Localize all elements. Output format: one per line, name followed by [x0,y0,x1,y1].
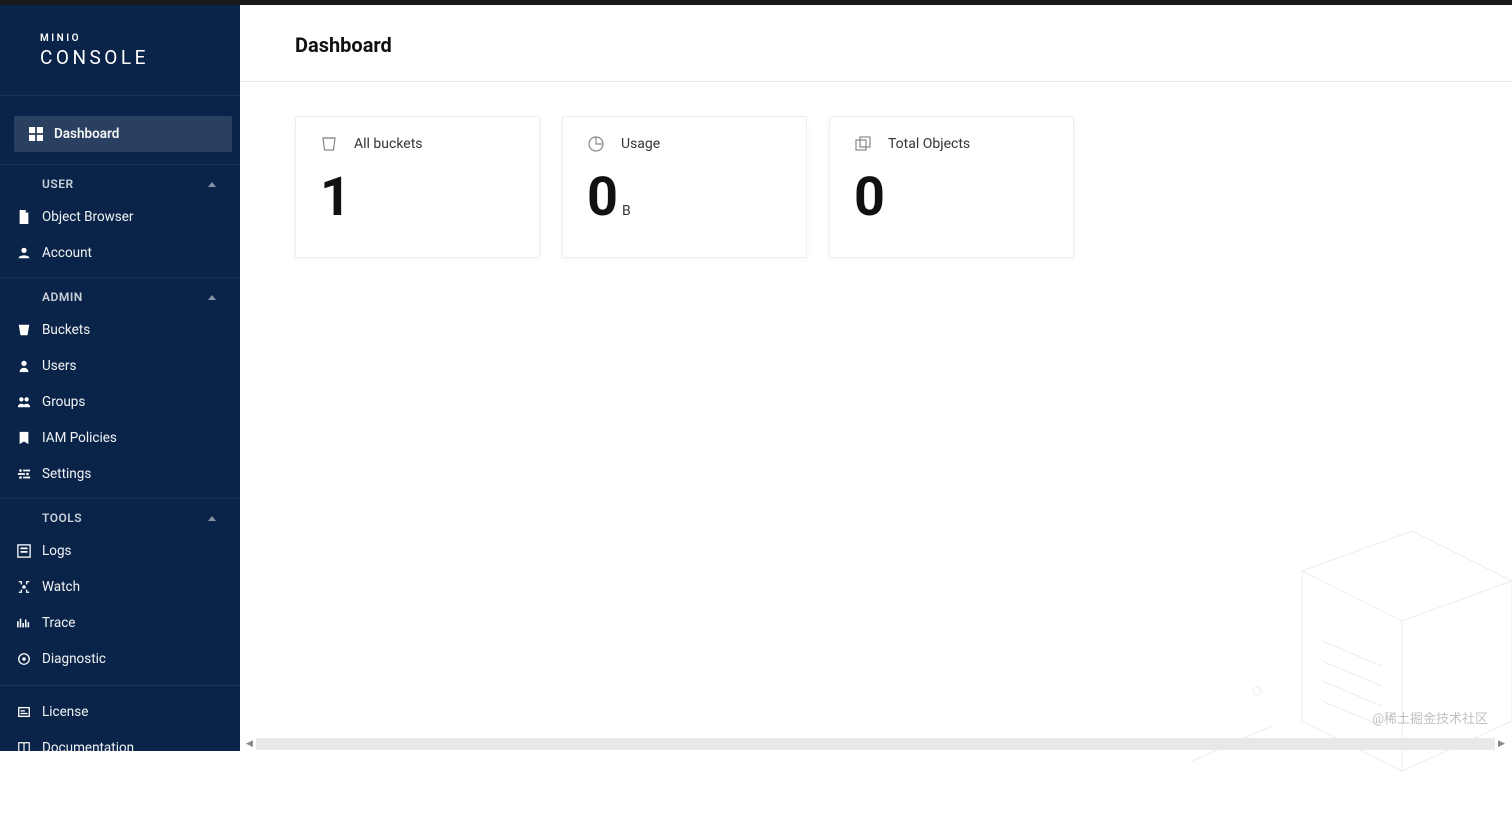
scroll-right-button[interactable]: ▶ [1495,738,1508,751]
user-icon [16,358,32,374]
brand-top: MINIO [40,33,200,44]
sidebar-divider [0,685,240,686]
card-total-objects[interactable]: Total Objects 0 [829,116,1074,258]
sidebar-item-buckets[interactable]: Buckets [0,312,240,348]
settings-icon [16,466,32,482]
documentation-icon [16,740,32,751]
dashboard-icon [28,126,44,142]
objects-icon [854,135,872,153]
sidebar-item-label: Settings [42,466,91,482]
license-icon [16,704,32,720]
card-value: 0 [854,171,885,225]
brand-logo: MINIO CONSOLE [0,5,240,96]
card-label: All buckets [354,136,423,152]
sidebar-section-user[interactable]: USER [0,164,240,199]
sidebar-item-label: Account [42,245,92,261]
sidebar-item-account[interactable]: Account [0,235,240,271]
sidebar-item-object-browser[interactable]: Object Browser [0,199,240,235]
bucket-icon [16,322,32,338]
sidebar-item-label: IAM Policies [42,430,117,446]
card-usage[interactable]: Usage 0 B [562,116,807,258]
sidebar-section-tools[interactable]: TOOLS [0,498,240,533]
sidebar-item-logs[interactable]: Logs [0,533,240,569]
sidebar-section-admin[interactable]: ADMIN [0,277,240,312]
pie-icon [587,135,605,153]
scroll-track[interactable] [256,738,1495,750]
sidebar-item-label: Logs [42,543,72,559]
logs-icon [16,543,32,559]
sidebar-item-watch[interactable]: Watch [0,569,240,605]
sidebar-item-label: Groups [42,394,85,410]
section-title: ADMIN [42,290,83,304]
section-title: TOOLS [42,511,82,525]
chevron-up-icon [208,295,216,300]
sidebar: MINIO CONSOLE Dashboard USER Object Brow… [0,5,240,751]
sidebar-item-settings[interactable]: Settings [0,456,240,492]
sidebar-item-label: Diagnostic [42,651,106,667]
background-illustration [1152,511,1512,811]
sidebar-item-label: Trace [42,615,75,631]
horizontal-scrollbar[interactable]: ◀ ▶ [243,737,1508,751]
sidebar-item-label: Object Browser [42,209,134,225]
watch-icon [16,579,32,595]
sidebar-item-diagnostic[interactable]: Diagnostic [0,641,240,677]
card-label: Usage [621,136,660,152]
sidebar-item-trace[interactable]: Trace [0,605,240,641]
card-all-buckets[interactable]: All buckets 1 [295,116,540,258]
trace-icon [16,615,32,631]
sidebar-item-label: Watch [42,579,80,595]
dashboard-cards: All buckets 1 Usage 0 B [240,82,1512,751]
main-content: Dashboard All buckets 1 [240,5,1512,751]
account-icon [16,245,32,261]
sidebar-item-documentation[interactable]: Documentation [0,730,240,751]
card-value: 0 [587,171,618,225]
file-icon [16,209,32,225]
scroll-left-button[interactable]: ◀ [243,738,256,751]
brand-name: CONSOLE [40,46,200,69]
sidebar-item-label: Users [42,358,76,374]
sidebar-item-iam-policies[interactable]: IAM Policies [0,420,240,456]
sidebar-item-users[interactable]: Users [0,348,240,384]
sidebar-item-label: Documentation [42,740,134,751]
diagnostic-icon [16,651,32,667]
page-title: Dashboard [295,33,1457,57]
section-title: USER [42,177,74,191]
sidebar-item-label: Buckets [42,322,90,338]
bookmark-icon [16,430,32,446]
card-unit: B [622,204,631,218]
sidebar-item-license[interactable]: License [0,694,240,730]
sidebar-item-label: Dashboard [54,126,119,142]
sidebar-item-label: License [42,704,88,720]
sidebar-item-dashboard[interactable]: Dashboard [14,116,232,152]
page-header: Dashboard [240,5,1512,82]
groups-icon [16,394,32,410]
chevron-up-icon [208,516,216,521]
chevron-up-icon [208,182,216,187]
card-label: Total Objects [888,136,970,152]
sidebar-item-groups[interactable]: Groups [0,384,240,420]
bucket-outline-icon [320,135,338,153]
card-value: 1 [320,171,351,225]
